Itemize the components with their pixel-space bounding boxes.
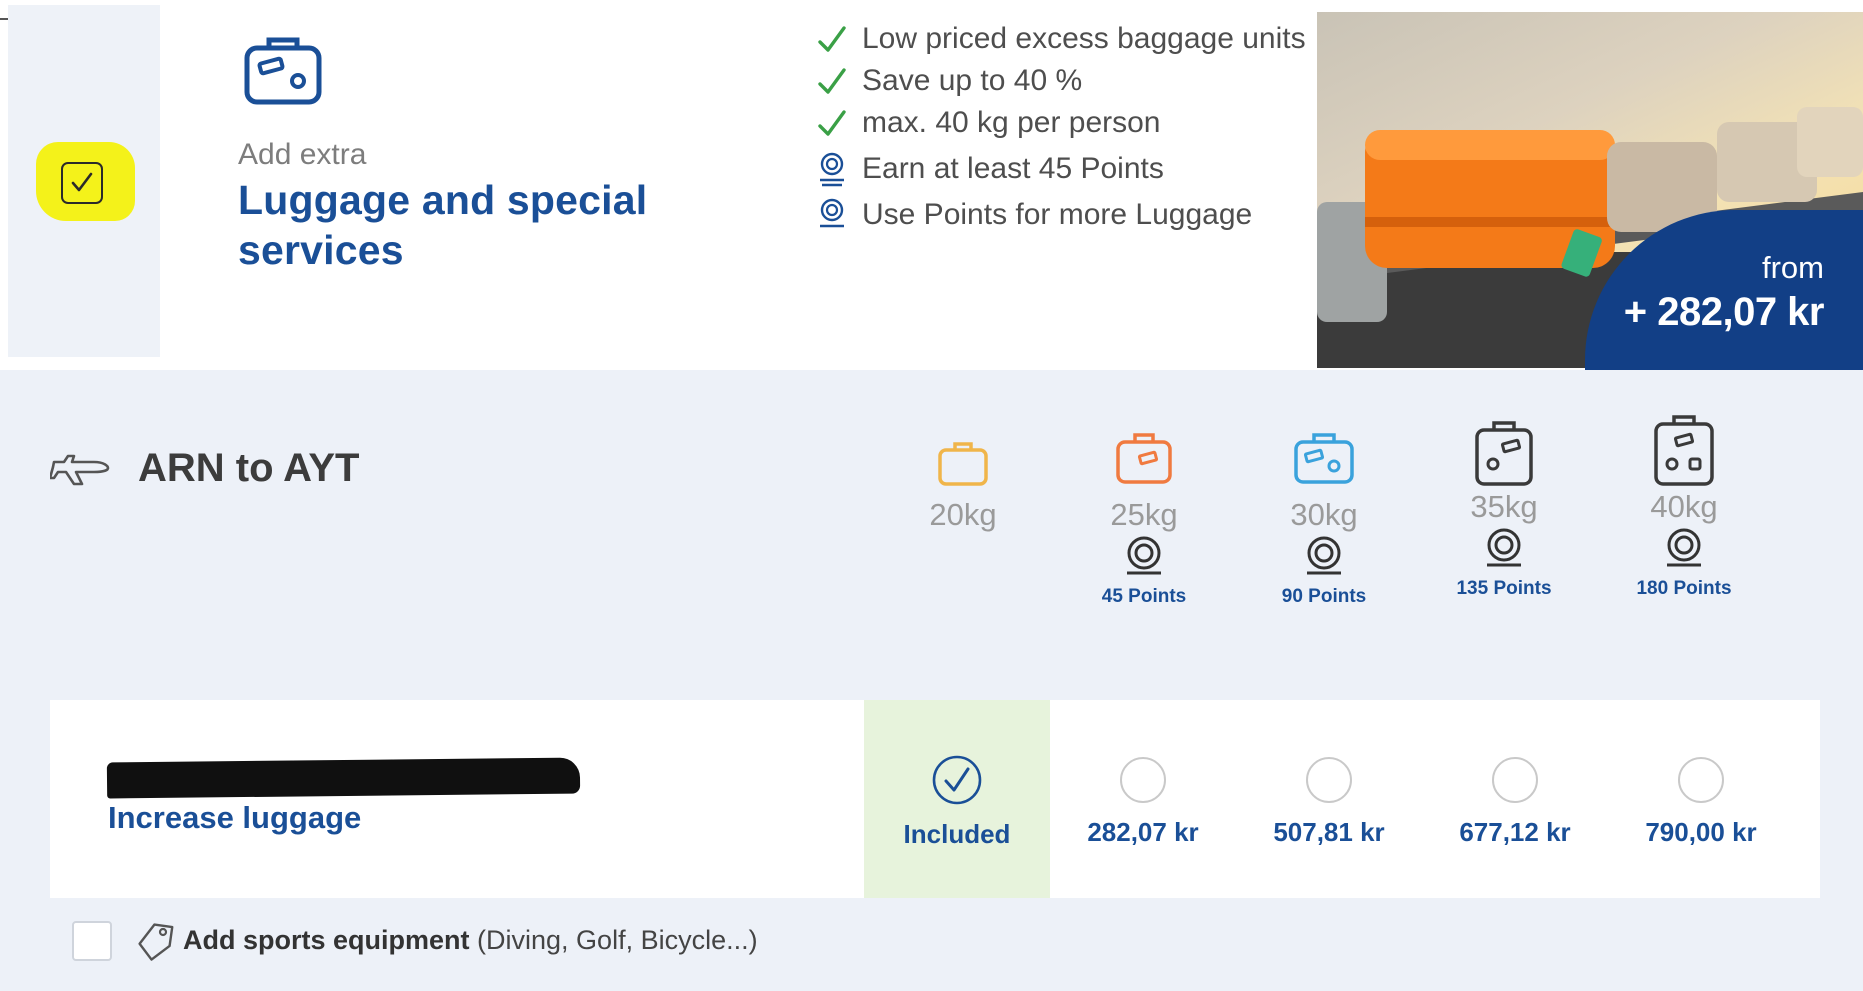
- price-from-label: from: [1762, 250, 1824, 285]
- feature-text: Use Points for more Luggage: [862, 198, 1253, 231]
- option-20kg: 20kg: [898, 438, 1028, 533]
- feature-text: Save up to 40 %: [862, 64, 1083, 97]
- checkmark-icon: [71, 172, 93, 192]
- check-icon: [818, 110, 846, 136]
- weight-label: 35kg: [1470, 489, 1538, 524]
- route-label: ARN to AYT: [138, 446, 360, 490]
- sports-equipment-checkbox[interactable]: [72, 921, 112, 961]
- option-radio[interactable]: [1492, 757, 1538, 803]
- points-label: 180 Points: [1636, 578, 1732, 599]
- plane-icon: [50, 454, 110, 486]
- bag-icon: [938, 442, 988, 486]
- check-icon: [818, 26, 846, 52]
- option-price: 790,00 kr: [1645, 817, 1757, 847]
- weight-label: 40kg: [1650, 489, 1718, 524]
- points-label: 90 Points: [1281, 586, 1367, 607]
- tag-icon: [138, 923, 174, 961]
- points-icon: [1667, 528, 1701, 567]
- feature-item: Save up to 40 %: [808, 60, 1328, 102]
- sports-equipment-label[interactable]: Add sports equipment (Diving, Golf, Bicy…: [183, 925, 758, 956]
- option-35kg: 35kg 135 Points: [1439, 418, 1569, 600]
- points-icon: [820, 152, 844, 187]
- points-label: 135 Points: [1456, 578, 1552, 599]
- option-included[interactable]: Included: [864, 754, 1050, 850]
- points-icon: [1487, 528, 1521, 567]
- points-icon: [820, 198, 844, 228]
- increase-luggage-link[interactable]: Increase luggage: [108, 800, 361, 836]
- price-value: + 282,07 kr: [1623, 290, 1825, 334]
- feature-list: Low priced excess baggage units Save up …: [808, 18, 1328, 236]
- bag-icon: [1116, 433, 1172, 484]
- feature-text: Low priced excess baggage units: [862, 22, 1306, 55]
- option-25kg: 25kg 45 Points: [1079, 430, 1209, 608]
- service-title: Luggage and special services: [238, 177, 648, 273]
- points-icon: [1127, 536, 1161, 575]
- sports-label: Add sports equipment: [183, 925, 470, 955]
- option-25kg-select[interactable]: 282,07 kr: [1050, 757, 1236, 848]
- feature-item: Use Points for more Luggage: [808, 194, 1328, 236]
- option-30kg: 30kg 90 Points: [1259, 430, 1389, 608]
- weight-label: 20kg: [929, 497, 997, 532]
- weight-label: 30kg: [1290, 497, 1358, 532]
- luggage-service-checkbox[interactable]: [61, 162, 103, 204]
- feature-item: Earn at least 45 Points: [808, 148, 1328, 190]
- option-30kg-select[interactable]: 507,81 kr: [1236, 757, 1422, 848]
- option-radio[interactable]: [1306, 757, 1352, 803]
- luggage-icon: [244, 37, 322, 105]
- points-icon: [1307, 536, 1341, 575]
- option-40kg: 40kg 180 Points: [1619, 412, 1749, 600]
- check-circle-icon: [932, 755, 982, 805]
- feature-item: max. 40 kg per person: [808, 102, 1328, 144]
- option-radio[interactable]: [1678, 757, 1724, 803]
- add-extra-label: Add extra: [238, 138, 367, 171]
- sports-detail: (Diving, Golf, Bicycle...): [477, 925, 758, 955]
- option-price: Included: [903, 819, 1011, 849]
- bag-icon: [1654, 415, 1714, 486]
- option-price: 677,12 kr: [1459, 817, 1571, 847]
- option-radio[interactable]: [1120, 757, 1166, 803]
- redacted-passenger-name: [106, 757, 581, 799]
- feature-text: max. 40 kg per person: [862, 106, 1161, 139]
- feature-item: Low priced excess baggage units: [808, 18, 1328, 60]
- option-40kg-select[interactable]: 790,00 kr: [1608, 757, 1794, 848]
- points-label: 45 Points: [1101, 586, 1187, 607]
- option-35kg-select[interactable]: 677,12 kr: [1422, 757, 1608, 848]
- option-price: 507,81 kr: [1273, 817, 1385, 847]
- feature-text: Earn at least 45 Points: [862, 152, 1164, 185]
- bag-icon: [1475, 421, 1533, 486]
- bag-icon: [1294, 433, 1354, 484]
- option-price: 282,07 kr: [1087, 817, 1199, 847]
- check-icon: [818, 68, 846, 94]
- weight-label: 25kg: [1110, 497, 1178, 532]
